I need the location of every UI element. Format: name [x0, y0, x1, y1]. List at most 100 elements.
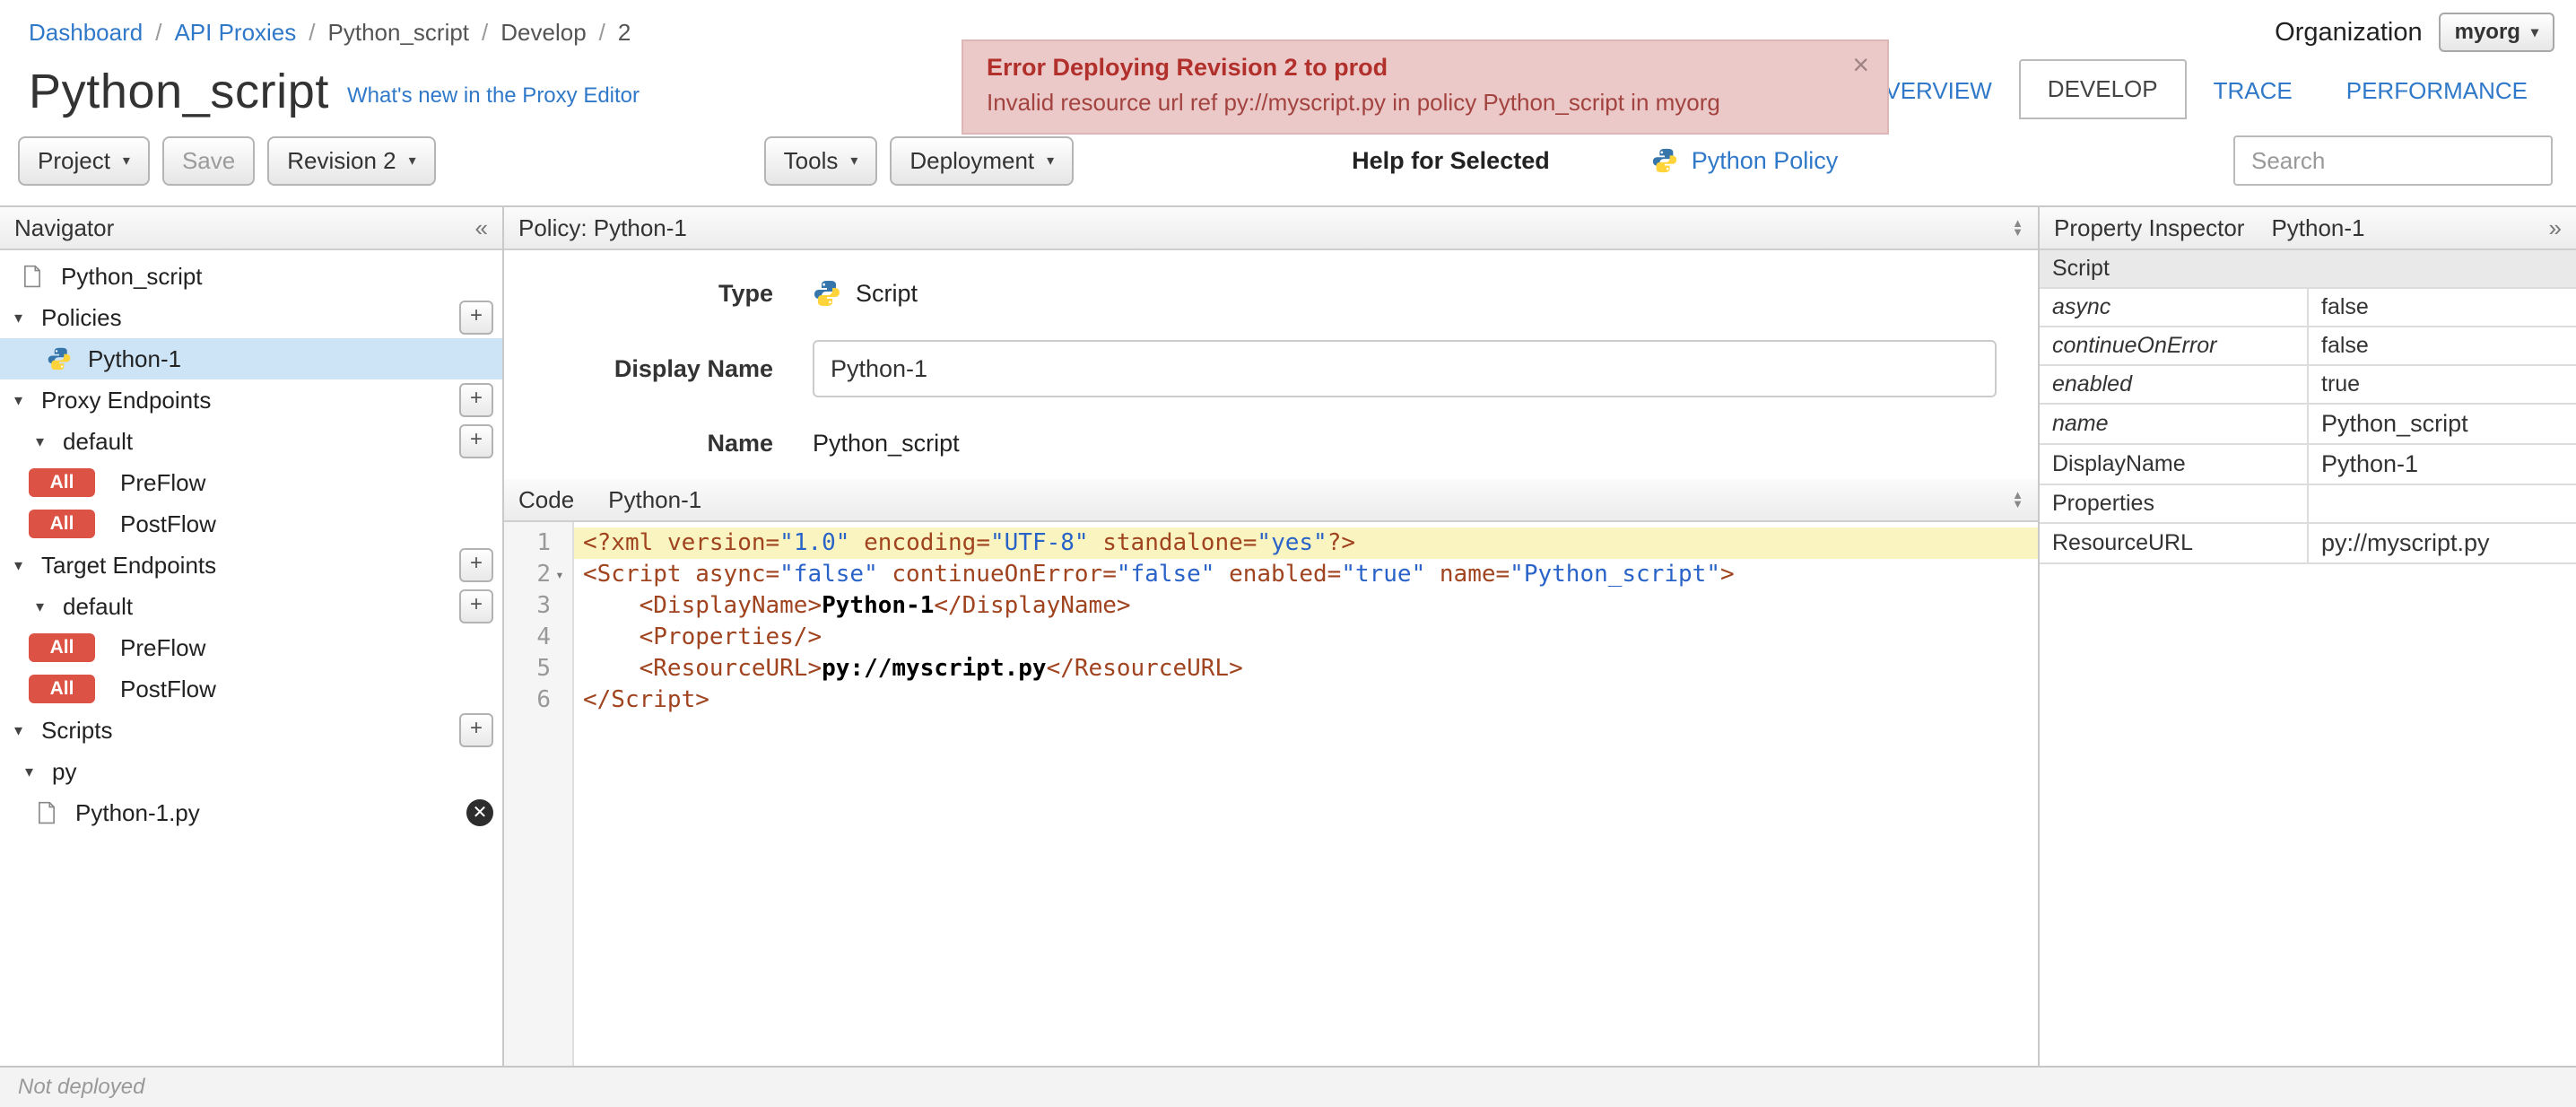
document-icon — [32, 798, 61, 827]
whats-new-link[interactable]: What's new in the Proxy Editor — [347, 83, 640, 109]
code-line[interactable]: <DisplayName>Python-1</DisplayName> — [574, 590, 2038, 622]
collapse-navigator-icon[interactable]: « — [475, 214, 488, 242]
nav-section-target-endpoints[interactable]: ▾ Target Endpoints + — [0, 545, 502, 586]
add-policy-button[interactable]: + — [459, 301, 493, 335]
disclosure-triangle-icon[interactable]: ▾ — [14, 721, 38, 740]
code-line[interactable]: </Script> — [574, 684, 2038, 716]
line-number[interactable]: 5 — [504, 653, 572, 684]
disclosure-triangle-icon[interactable]: ▾ — [14, 556, 38, 575]
nav-py-group-label: py — [52, 757, 77, 785]
disclosure-triangle-icon[interactable]: ▾ — [36, 432, 59, 451]
property-value[interactable]: py://myscript.py — [2308, 523, 2576, 564]
nav-proxy-preflow[interactable]: All PreFlow — [0, 462, 502, 503]
display-name-input[interactable] — [813, 340, 1997, 397]
nav-scripts-py-group[interactable]: ▾ py — [0, 751, 502, 792]
nav-postflow-label: PostFlow — [120, 675, 216, 702]
add-flow-button[interactable]: + — [459, 424, 493, 458]
all-badge: All — [29, 675, 95, 703]
tab-trace[interactable]: TRACE — [2187, 63, 2319, 119]
property-value[interactable] — [2308, 484, 2576, 524]
project-button[interactable]: Project ▾ — [18, 135, 150, 186]
line-number[interactable]: 4 — [504, 622, 572, 653]
nav-section-scripts[interactable]: ▾ Scripts + — [0, 710, 502, 751]
nav-proxy-root-label: Python_script — [61, 262, 203, 290]
deployment-button-label: Deployment — [909, 146, 1035, 174]
add-proxy-endpoint-button[interactable]: + — [459, 383, 493, 417]
nav-target-postflow[interactable]: All PostFlow — [0, 668, 502, 710]
add-script-button[interactable]: + — [459, 713, 493, 747]
property-row: ResourceURL py://myscript.py — [2040, 523, 2576, 564]
error-banner: Error Deploying Revision 2 to prod Inval… — [962, 39, 1889, 135]
nav-section-policies[interactable]: ▾ Policies + — [0, 297, 502, 338]
nav-proxy-endpoints-label: Proxy Endpoints — [41, 386, 212, 414]
error-banner-message: Invalid resource url ref py://myscript.p… — [987, 89, 1720, 116]
code-editor[interactable]: 1 2 ▾ 3 4 5 6 <?xml version="1.0" encoding="UT… — [504, 522, 2038, 1066]
close-icon[interactable]: × — [1852, 50, 1869, 79]
line-number[interactable]: 3 — [504, 590, 572, 622]
breadcrumb-api-proxies[interactable]: API Proxies — [174, 19, 296, 47]
nav-target-endpoint-default[interactable]: ▾ default + — [0, 586, 502, 627]
nav-policy-python-1-label: Python-1 — [88, 344, 182, 372]
breadcrumb-dashboard[interactable]: Dashboard — [29, 19, 143, 47]
disclosure-triangle-icon[interactable]: ▾ — [14, 309, 38, 327]
property-value[interactable]: Python-1 — [2308, 444, 2576, 485]
disclosure-triangle-icon[interactable]: ▾ — [14, 391, 38, 410]
revision-button[interactable]: Revision 2 ▾ — [267, 135, 436, 186]
fold-icon[interactable]: ▾ — [551, 559, 569, 590]
code-lines[interactable]: <?xml version="1.0" encoding="UTF-8" sta… — [574, 522, 2038, 1066]
collapse-panel-icon[interactable]: ▲ ▼ — [2012, 217, 2023, 238]
disclosure-triangle-icon[interactable]: ▾ — [36, 597, 59, 616]
code-line[interactable]: <Script async="false" continueOnError="f… — [574, 559, 2038, 590]
code-line[interactable]: <ResourceURL>py://myscript.py</ResourceU… — [574, 653, 2038, 684]
nav-section-proxy-endpoints[interactable]: ▾ Proxy Endpoints + — [0, 379, 502, 421]
property-value[interactable]: true — [2308, 365, 2576, 405]
line-number[interactable]: 6 — [504, 684, 572, 716]
collapse-code-icon[interactable]: ▲ ▼ — [2012, 489, 2023, 510]
document-icon — [18, 262, 47, 291]
nav-target-preflow[interactable]: All PreFlow — [0, 627, 502, 668]
chevron-down-icon: ▾ — [1047, 153, 1055, 169]
name-label: Name — [707, 430, 773, 457]
status-bar: Not deployed — [0, 1066, 2576, 1107]
breadcrumb-proxy-name[interactable]: Python_script — [328, 19, 470, 47]
navigator-panel: Navigator « Python_script ▾ Policies + P… — [0, 207, 504, 1066]
save-button[interactable]: Save — [161, 135, 256, 186]
inspector-subtitle: Python-1 — [2271, 214, 2365, 241]
property-value[interactable]: false — [2308, 327, 2576, 366]
code-line[interactable]: <?xml version="1.0" encoding="UTF-8" sta… — [574, 527, 2038, 559]
property-value[interactable]: false — [2308, 288, 2576, 327]
nav-proxy-endpoint-default[interactable]: ▾ default + — [0, 421, 502, 462]
save-button-label: Save — [181, 146, 236, 174]
breadcrumb-separator: / — [309, 18, 316, 46]
nav-item-proxy-root[interactable]: Python_script — [0, 256, 502, 297]
nav-preflow-label: PreFlow — [120, 633, 206, 661]
search-input[interactable] — [2233, 135, 2553, 186]
nav-item-policy-python-1[interactable]: Python-1 — [0, 338, 502, 379]
organization-select[interactable]: myorg ▾ — [2438, 13, 2554, 52]
delete-script-icon[interactable]: ✕ — [466, 799, 493, 826]
code-gutter: 1 2 ▾ 3 4 5 6 — [504, 522, 574, 1066]
nav-item-script-file[interactable]: Python-1.py ✕ — [0, 792, 502, 833]
code-line[interactable]: <Properties/> — [574, 622, 2038, 653]
python-policy-link[interactable]: Python Policy — [1650, 146, 1838, 175]
chevron-down-icon: ▾ — [408, 153, 416, 169]
property-key: Properties — [2040, 484, 2309, 524]
breadcrumb-develop[interactable]: Develop — [500, 19, 586, 47]
line-number[interactable]: 2 ▾ — [504, 559, 572, 590]
tab-develop[interactable]: DEVELOP — [2018, 59, 2187, 119]
add-target-endpoint-button[interactable]: + — [459, 548, 493, 582]
help-for-selected-label: Help for Selected — [1352, 146, 1550, 174]
property-value[interactable]: Python_script — [2308, 404, 2576, 445]
line-number[interactable]: 1 — [504, 527, 572, 559]
type-value-label: Script — [856, 279, 918, 307]
nav-proxy-postflow[interactable]: All PostFlow — [0, 503, 502, 545]
add-flow-button[interactable]: + — [459, 589, 493, 623]
expand-inspector-icon[interactable]: » — [2549, 214, 2562, 242]
tools-button[interactable]: Tools ▾ — [763, 135, 878, 186]
nav-proxy-default-label: default — [63, 427, 134, 455]
disclosure-triangle-icon[interactable]: ▾ — [25, 763, 48, 781]
deployment-button[interactable]: Deployment ▾ — [890, 135, 1075, 186]
tab-performance[interactable]: PERFORMANCE — [2319, 63, 2554, 119]
nav-preflow-label: PreFlow — [120, 468, 206, 496]
type-value: Script — [813, 279, 918, 308]
